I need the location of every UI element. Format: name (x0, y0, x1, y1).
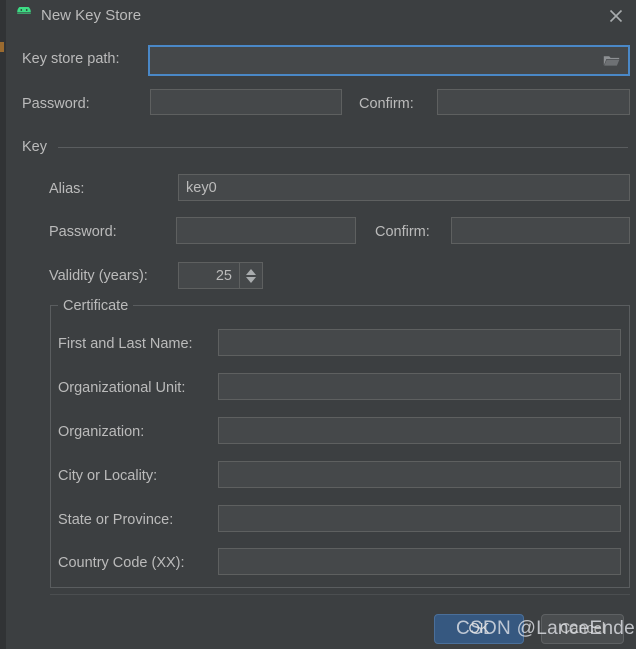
chevron-up-icon[interactable] (246, 268, 256, 275)
key-alias-value: key0 (186, 179, 217, 196)
close-icon[interactable] (604, 4, 628, 28)
key-confirm-input[interactable] (451, 217, 630, 244)
cancel-button-label: Cancel (559, 621, 606, 637)
key-validity-label: Validity (years): (49, 268, 148, 284)
key-store-path-input[interactable] (148, 45, 630, 76)
key-confirm-label: Confirm: (375, 224, 430, 240)
certificate-state-or-province-input[interactable] (218, 505, 621, 532)
key-validity-stepper[interactable]: 25 (178, 262, 263, 289)
key-store-confirm-input[interactable] (437, 89, 630, 115)
certificate-city-or-locality-input[interactable] (218, 461, 621, 488)
key-alias-input[interactable]: key0 (178, 174, 630, 201)
android-robot-icon (15, 5, 33, 24)
ok-button-label: OK (468, 621, 490, 637)
certificate-state-or-province-label: State or Province: (58, 512, 174, 528)
new-key-store-dialog-window: New Key Store Key store path: Password: (0, 0, 636, 649)
footer-separator (50, 594, 630, 595)
key-store-password-label: Password: (22, 96, 90, 112)
folder-icon[interactable] (603, 54, 620, 68)
certificate-organizational-unit-input[interactable] (218, 373, 621, 400)
certificate-group-title: Certificate (58, 298, 134, 314)
certificate-organizational-unit-label: Organizational Unit: (58, 380, 186, 396)
new-key-store-dialog: New Key Store Key store path: Password: (6, 0, 636, 649)
chevron-down-icon[interactable] (246, 276, 256, 283)
key-store-password-input[interactable] (150, 89, 342, 115)
key-alias-label: Alias: (49, 181, 85, 197)
key-group-title: Key (22, 139, 53, 155)
key-store-confirm-label: Confirm: (359, 96, 414, 112)
key-validity-value[interactable]: 25 (178, 262, 239, 289)
certificate-country-code-input[interactable] (218, 548, 621, 575)
certificate-first-last-name-input[interactable] (218, 329, 621, 356)
ok-button[interactable]: OK (434, 614, 524, 644)
certificate-city-or-locality-label: City or Locality: (58, 468, 158, 484)
certificate-first-last-name-label: First and Last Name: (58, 336, 193, 352)
certificate-organization-input[interactable] (218, 417, 621, 444)
key-validity-stepper-buttons[interactable] (239, 262, 263, 289)
window-title: New Key Store (41, 7, 142, 24)
key-store-path-label: Key store path: (22, 51, 120, 67)
key-password-input[interactable] (176, 217, 356, 244)
title-bar: New Key Store (6, 0, 636, 31)
certificate-organization-label: Organization: (58, 424, 145, 440)
key-password-label: Password: (49, 224, 117, 240)
key-group-separator (58, 147, 628, 148)
certificate-country-code-label: Country Code (XX): (58, 555, 185, 571)
background-window-accent-pixel (0, 42, 4, 52)
cancel-button[interactable]: Cancel (541, 614, 624, 644)
